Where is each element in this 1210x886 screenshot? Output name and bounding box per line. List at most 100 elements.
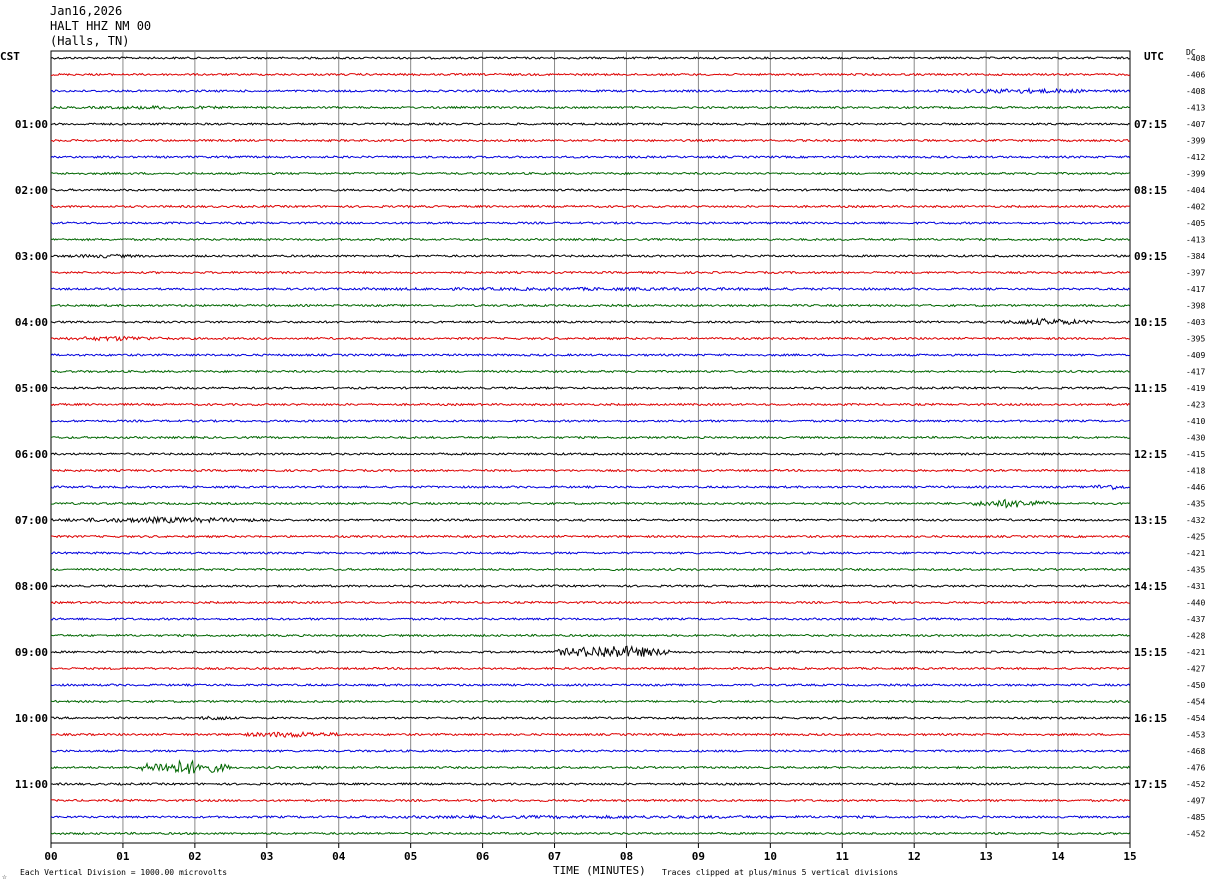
dc-offset-label: -418 bbox=[1186, 467, 1205, 476]
trace-line bbox=[50, 402, 1131, 407]
dc-offset-label: -399 bbox=[1186, 137, 1205, 146]
helicorder-chart: 00 01 02 03 04 05 06 07 08 09 10 11 12 13 14 15 -408 -406… bbox=[15, 50, 1205, 863]
x-tick-label: 09 bbox=[692, 850, 705, 863]
dc-offset-label: -468 bbox=[1186, 747, 1205, 756]
trace-line bbox=[50, 188, 1131, 192]
trace-line bbox=[50, 138, 1131, 143]
right-hour-label: 16:15 bbox=[1134, 712, 1167, 725]
trace-line bbox=[50, 584, 1130, 588]
dc-offset-label: -427 bbox=[1186, 665, 1205, 674]
dc-offset-label: -417 bbox=[1186, 368, 1205, 377]
trace-line bbox=[50, 468, 1130, 473]
left-hour-label: 04:00 bbox=[15, 316, 48, 329]
trace-line bbox=[51, 386, 1131, 390]
trace-line bbox=[50, 484, 1130, 491]
trace-line bbox=[50, 270, 1130, 275]
trace-line bbox=[50, 633, 1130, 638]
trace-line bbox=[50, 419, 1130, 423]
dc-offset-label: -408 bbox=[1186, 87, 1205, 96]
dc-offset-label: -404 bbox=[1186, 186, 1205, 195]
dc-offset-label: -384 bbox=[1186, 252, 1205, 261]
chart-grid bbox=[50, 50, 1131, 848]
right-hour-label: 13:15 bbox=[1134, 514, 1167, 527]
x-tick-label: 05 bbox=[404, 850, 417, 863]
glyph-mark: ☆ bbox=[2, 872, 7, 881]
right-hour-label: 08:15 bbox=[1134, 184, 1167, 197]
dc-offset-label: -454 bbox=[1186, 714, 1205, 723]
right-hour-label: 14:15 bbox=[1134, 580, 1167, 593]
x-tick-label: 04 bbox=[332, 850, 346, 863]
dc-offset-label: -421 bbox=[1186, 549, 1205, 558]
dc-offset-label: -430 bbox=[1186, 434, 1205, 443]
trace-line bbox=[50, 715, 1131, 721]
dc-offset-label: -454 bbox=[1186, 698, 1205, 707]
trace-line bbox=[50, 798, 1130, 803]
dc-offset-label: -405 bbox=[1186, 219, 1205, 228]
dc-offset-label: -452 bbox=[1186, 780, 1205, 789]
trace-line bbox=[50, 221, 1130, 225]
trace-line bbox=[50, 87, 1131, 94]
x-tick-label: 11 bbox=[836, 850, 850, 863]
left-hour-label: 09:00 bbox=[15, 646, 48, 659]
x-tick-label: 15 bbox=[1123, 850, 1136, 863]
trace-line bbox=[51, 72, 1130, 77]
dc-offset-label: -395 bbox=[1186, 335, 1205, 344]
dc-offset-label: -497 bbox=[1186, 797, 1205, 806]
dc-offset-label: -406 bbox=[1186, 71, 1205, 80]
dc-offset-label: -409 bbox=[1186, 351, 1205, 360]
trace-line bbox=[50, 286, 1131, 292]
dc-offset-label: -407 bbox=[1186, 120, 1205, 129]
x-tick-label: 10 bbox=[764, 850, 777, 863]
right-hour-label: 09:15 bbox=[1134, 250, 1167, 263]
dc-offset-label: -398 bbox=[1186, 302, 1205, 311]
dc-offset-label: -403 bbox=[1186, 318, 1205, 327]
trace-line bbox=[50, 122, 1131, 126]
right-hour-label: 12:15 bbox=[1134, 448, 1167, 461]
dc-offset-label: -421 bbox=[1186, 648, 1205, 657]
x-tick-label: 06 bbox=[476, 850, 490, 863]
trace-line bbox=[50, 831, 1131, 836]
trace-line bbox=[50, 498, 1130, 509]
x-tick-label: 07 bbox=[548, 850, 561, 863]
dc-offset-label: -432 bbox=[1186, 516, 1205, 525]
left-hour-label: 11:00 bbox=[15, 778, 48, 791]
trace-line bbox=[50, 600, 1130, 605]
dc-offset-label: -450 bbox=[1186, 681, 1205, 690]
dc-offset-label: -412 bbox=[1186, 153, 1205, 162]
trace-line bbox=[50, 515, 1131, 525]
dc-offset-label: -452 bbox=[1186, 830, 1205, 839]
dc-offset-label: -437 bbox=[1186, 615, 1205, 624]
dc-offset-label: -413 bbox=[1186, 104, 1205, 113]
scale-note: Each Vertical Division = 1000.00 microvo… bbox=[20, 868, 228, 877]
trace-line bbox=[50, 782, 1131, 786]
x-tick-label: 00 bbox=[44, 850, 57, 863]
trace-line bbox=[50, 731, 1130, 739]
right-hour-label: 15:15 bbox=[1134, 646, 1167, 659]
right-hour-label: 17:15 bbox=[1134, 778, 1167, 791]
trace-line bbox=[50, 617, 1130, 621]
left-hour-label: 03:00 bbox=[15, 250, 48, 263]
trace-line bbox=[51, 104, 1130, 110]
trace-line bbox=[50, 452, 1131, 456]
dc-offset-label: -453 bbox=[1186, 731, 1205, 740]
trace-line bbox=[50, 155, 1131, 159]
trace-line bbox=[50, 253, 1131, 259]
trace-line bbox=[50, 317, 1130, 326]
dc-offset-label: -428 bbox=[1186, 632, 1205, 641]
left-hour-label: 10:00 bbox=[15, 712, 48, 725]
dc-offset-label: -419 bbox=[1186, 384, 1205, 393]
clip-note: Traces clipped at plus/minus 5 vertical … bbox=[662, 868, 899, 877]
left-hour-label: 05:00 bbox=[15, 382, 48, 395]
left-hour-label: 02:00 bbox=[15, 184, 48, 197]
trace-line bbox=[50, 645, 1130, 658]
left-hour-label: 07:00 bbox=[15, 514, 48, 527]
trace-line bbox=[50, 699, 1130, 704]
plot-frame bbox=[50, 50, 1131, 844]
trace-line bbox=[50, 237, 1131, 242]
dc-offset-label: -440 bbox=[1186, 599, 1205, 608]
x-tick-label: 08 bbox=[620, 850, 633, 863]
trace-line bbox=[50, 303, 1131, 308]
trace-line bbox=[50, 56, 1130, 60]
x-tick-label: 12 bbox=[908, 850, 921, 863]
dc-offset-label: -485 bbox=[1186, 813, 1205, 822]
